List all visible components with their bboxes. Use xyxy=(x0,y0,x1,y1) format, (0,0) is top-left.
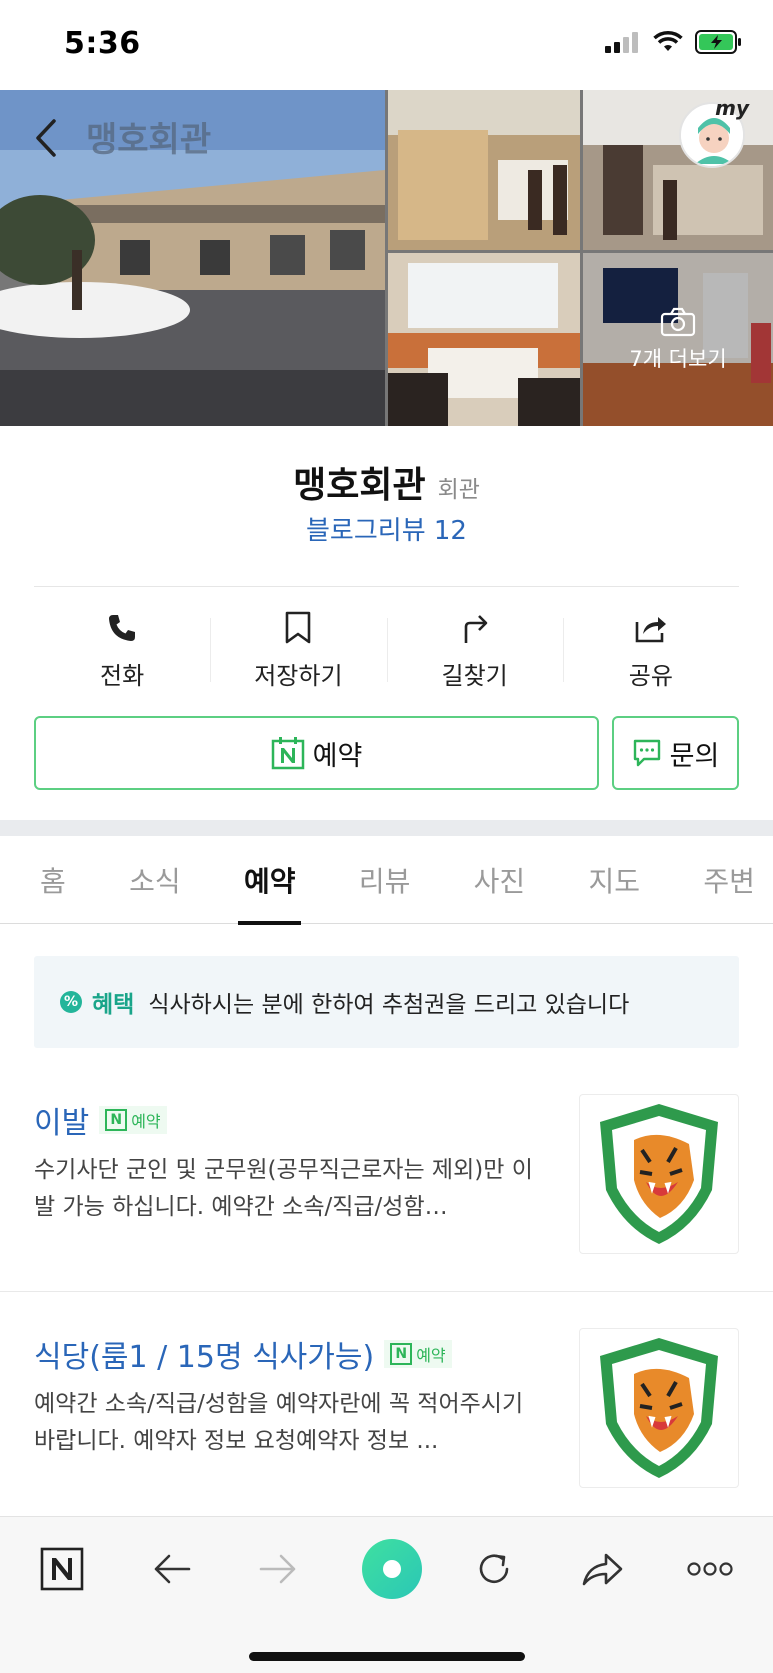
bookmark-icon xyxy=(286,611,311,643)
refresh-button[interactable] xyxy=(464,1539,524,1599)
benefit-banner: % 혜택 식사하시는 분에 한하여 추첨권을 드리고 있습니다 xyxy=(34,956,739,1048)
place-name-row: 맹호회관 회관 xyxy=(0,456,773,508)
reservation-badge: N 예약 xyxy=(384,1340,452,1368)
directions-icon xyxy=(464,614,487,643)
arrow-right-icon xyxy=(259,1554,296,1584)
blog-review-link[interactable]: 블로그리뷰 12 xyxy=(0,510,773,547)
tiger-emblem-icon xyxy=(600,1338,718,1478)
wifi-icon xyxy=(653,31,683,51)
more-photos-label: 7개 더보기 xyxy=(629,346,727,371)
section-divider xyxy=(0,820,773,836)
browser-toolbar xyxy=(0,1516,773,1673)
tab-reservation[interactable]: 예약 xyxy=(238,836,301,925)
phone-icon xyxy=(109,614,136,641)
tab-news[interactable]: 소식 xyxy=(129,836,181,924)
share-arrow-icon xyxy=(582,1553,623,1586)
save-button[interactable]: 저장하기 xyxy=(210,600,386,700)
tab-home[interactable]: 홈 xyxy=(40,836,66,924)
green-dot-icon xyxy=(362,1539,422,1599)
call-label: 전화 xyxy=(100,661,145,690)
green-dot-button[interactable] xyxy=(354,1531,430,1607)
percent-icon: % xyxy=(60,991,82,1013)
item-title[interactable]: 이발 xyxy=(34,1098,89,1142)
naver-n-icon xyxy=(40,1547,84,1591)
reservation-badge: N 예약 xyxy=(99,1106,167,1134)
item-title-row: 이발 N 예약 xyxy=(34,1098,167,1142)
inquiry-label: 문의 xyxy=(669,740,720,772)
status-time: 5:36 xyxy=(64,26,141,61)
naver-n-icon: N xyxy=(390,1343,413,1365)
call-button[interactable]: 전화 xyxy=(34,600,210,700)
list-item[interactable]: 식당(룸1 / 15명 식사가능) N 예약 예약간 소속/직급/성함을 예약자… xyxy=(0,1316,773,1506)
item-description: 수기사단 군인 및 군무원(공무직근로자는 제외)만 이발 가능 하십니다. 예… xyxy=(34,1157,533,1220)
directions-label: 길찾기 xyxy=(441,661,508,690)
more-dots-icon xyxy=(687,1562,733,1576)
camera-icon xyxy=(660,307,696,336)
header-title: 맹호회관 xyxy=(86,120,212,160)
share-label: 공유 xyxy=(628,661,673,690)
save-label: 저장하기 xyxy=(254,661,343,690)
reserve-label: 예약 xyxy=(312,740,363,772)
item-thumbnail[interactable] xyxy=(579,1094,739,1254)
forward-nav-button[interactable] xyxy=(248,1539,308,1599)
photo-gallery[interactable]: 7개 더보기 맹호회관 my xyxy=(0,90,773,426)
item-description: 예약간 소속/직급/성함을 예약자란에 꼭 적어주시기 바랍니다. 예약자 정보… xyxy=(34,1391,524,1454)
place-info: 맹호회관 회관 블로그리뷰 12 xyxy=(0,426,773,586)
place-category: 회관 xyxy=(437,477,480,503)
arrow-left-icon xyxy=(154,1554,191,1584)
divider xyxy=(34,586,739,587)
my-label: my xyxy=(715,96,749,120)
status-icons xyxy=(605,30,743,54)
more-menu-button[interactable] xyxy=(680,1539,740,1599)
item-thumbnail[interactable] xyxy=(579,1328,739,1488)
refresh-icon xyxy=(479,1554,509,1584)
badge-label: 예약 xyxy=(131,1112,161,1131)
badge-label: 예약 xyxy=(416,1346,446,1365)
tab-nearby[interactable]: 주변 xyxy=(703,836,755,924)
chat-bubble-icon xyxy=(633,739,660,767)
benefit-title: 혜택 xyxy=(92,992,135,1018)
signal-icon xyxy=(605,32,638,53)
item-title-row: 식당(룸1 / 15명 식사가능) N 예약 xyxy=(34,1332,452,1376)
action-row: 전화 저장하기 길찾기 공유 xyxy=(34,600,739,700)
naver-calendar-icon xyxy=(271,737,304,770)
photo-thumb-3[interactable] xyxy=(388,253,580,426)
battery-icon xyxy=(695,30,741,54)
directions-button[interactable]: 길찾기 xyxy=(386,600,563,700)
naver-home-button[interactable] xyxy=(32,1539,92,1599)
naver-n-icon: N xyxy=(105,1109,128,1131)
tab-map[interactable]: 지도 xyxy=(589,836,641,924)
item-title[interactable]: 식당(룸1 / 15명 식사가능) xyxy=(34,1332,374,1376)
inquiry-button[interactable]: 문의 xyxy=(612,716,739,790)
status-bar: 5:36 xyxy=(0,0,773,90)
list-item[interactable]: 이발 N 예약 수기사단 군인 및 군무원(공무직근로자는 제외)만 이발 가능… xyxy=(0,1082,773,1292)
photo-thumb-1[interactable] xyxy=(388,90,580,250)
home-indicator xyxy=(249,1652,525,1661)
tiger-emblem-icon xyxy=(600,1104,718,1244)
tab-reviews[interactable]: 리뷰 xyxy=(359,836,411,924)
tab-photos[interactable]: 사진 xyxy=(474,836,526,924)
back-button[interactable] xyxy=(26,108,66,168)
benefit-text: 식사하시는 분에 한하여 추첨권을 드리고 있습니다 xyxy=(148,992,630,1018)
more-photos-button[interactable]: 7개 더보기 xyxy=(583,253,773,426)
share-page-button[interactable] xyxy=(572,1539,632,1599)
share-icon xyxy=(635,616,666,642)
back-nav-button[interactable] xyxy=(142,1539,202,1599)
chevron-left-icon xyxy=(36,119,56,157)
reserve-button[interactable]: 예약 xyxy=(34,716,599,790)
tab-bar: 홈 소식 예약 리뷰 사진 지도 주변 xyxy=(0,836,773,925)
share-button[interactable]: 공유 xyxy=(562,600,739,700)
place-name: 맹호회관 xyxy=(293,465,426,506)
